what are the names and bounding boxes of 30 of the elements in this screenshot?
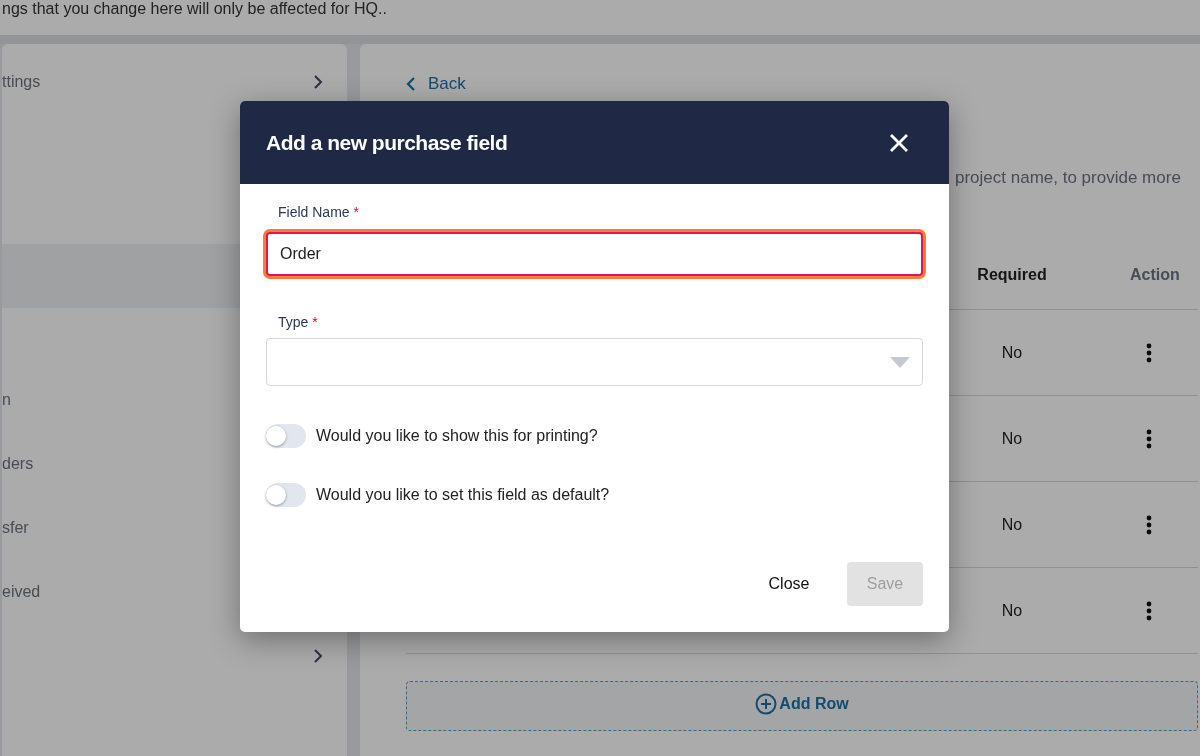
close-button[interactable]: Close <box>751 562 827 606</box>
field-name-input[interactable]: Order <box>266 232 923 276</box>
caret-down-icon <box>890 356 910 368</box>
add-row-button[interactable]: Add Row <box>755 692 849 716</box>
chevron-right-icon <box>313 75 323 89</box>
toggle-switch[interactable] <box>266 424 306 448</box>
table-cell: No <box>963 481 1061 568</box>
description-text: project name, to provide more <box>955 168 1182 188</box>
table-cell: No <box>963 309 1061 396</box>
field-label: Field Name * <box>278 204 359 222</box>
close-icon[interactable] <box>889 132 909 153</box>
toggle-label: Would you like to set this field as default? <box>316 486 610 504</box>
notice-text: ngs that you change here will only be affected for HQ.. <box>2 0 387 19</box>
toggle-label: Would you like to show this for printing? <box>316 427 598 445</box>
chevron-left-icon <box>406 77 416 91</box>
chevron-right-icon <box>313 649 323 663</box>
more-options-icon[interactable] <box>1146 600 1152 621</box>
field-label: Type * <box>278 314 318 332</box>
more-options-icon[interactable] <box>1146 514 1152 535</box>
more-options-icon[interactable] <box>1146 342 1152 363</box>
sidebar-item[interactable]: ttings <box>2 44 347 120</box>
more-options-icon[interactable] <box>1146 428 1152 449</box>
table-cell: No <box>963 395 1061 482</box>
back-link[interactable]: Back <box>406 74 466 94</box>
plus-circle-icon <box>755 693 778 715</box>
column-header: Required <box>963 241 1061 310</box>
dialog-title: Add a new purchase field <box>266 130 508 155</box>
table-cell: No <box>963 567 1061 654</box>
toggle-switch[interactable] <box>266 483 306 507</box>
column-header: Action <box>1113 241 1198 310</box>
